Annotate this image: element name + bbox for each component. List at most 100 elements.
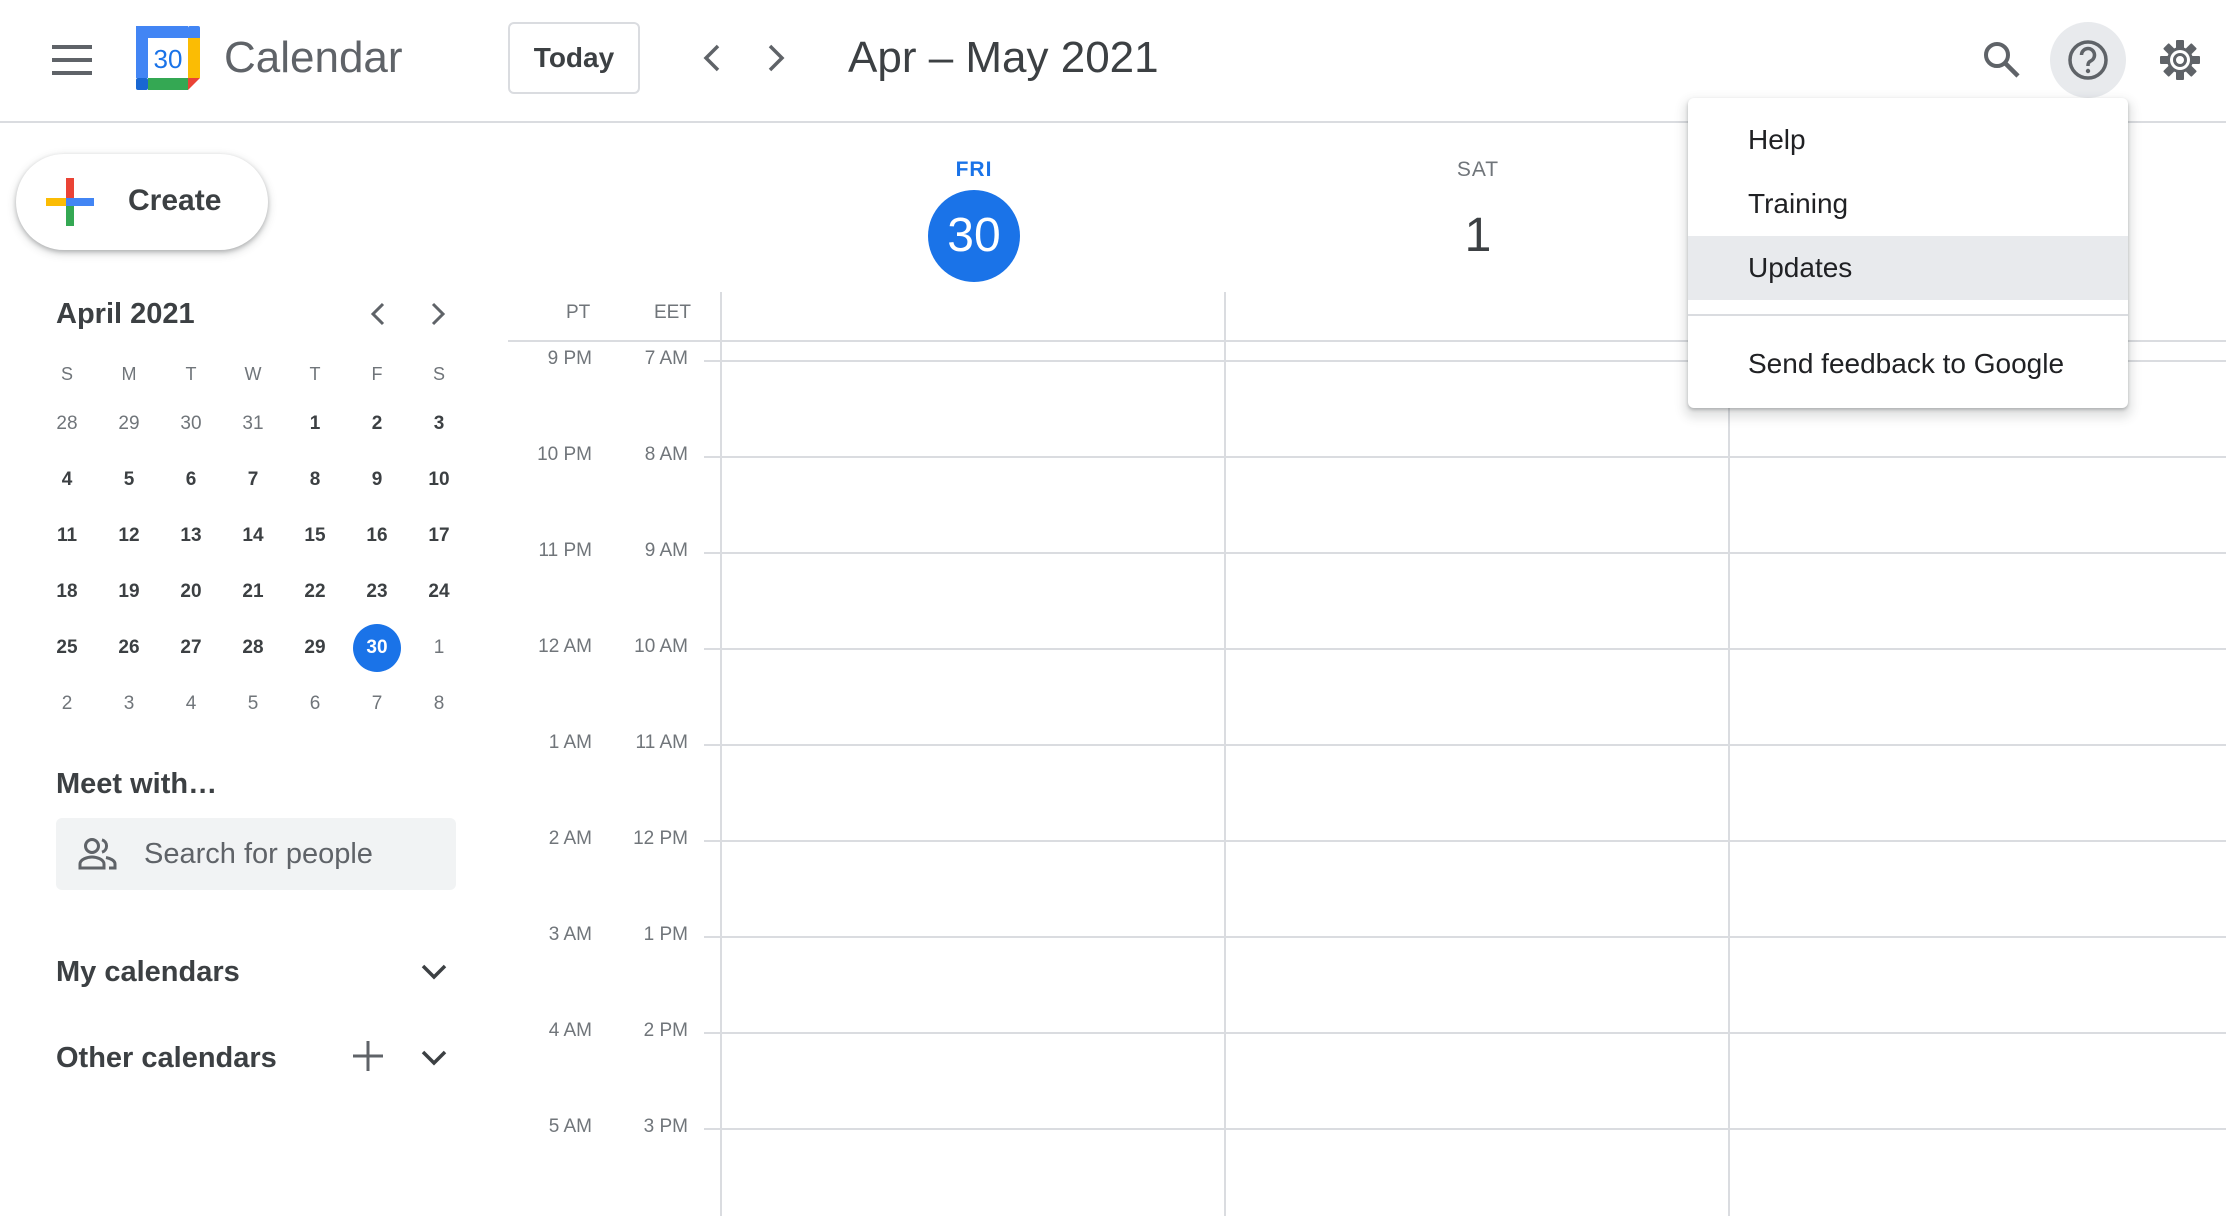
- mini-calendar-day[interactable]: 30: [346, 620, 408, 676]
- next-period-button[interactable]: [748, 30, 804, 86]
- other-calendars-expand-button[interactable]: [410, 1034, 458, 1082]
- time-label-pt: 4 AM: [548, 1020, 592, 1041]
- menu-item-updates[interactable]: Updates: [1688, 236, 2128, 300]
- column-divider: [1728, 292, 1730, 1216]
- time-label-pt: 2 AM: [548, 828, 592, 849]
- mini-calendar-day[interactable]: 20: [160, 564, 222, 620]
- mini-calendar-day[interactable]: 4: [160, 676, 222, 732]
- mini-calendar-day[interactable]: 17: [408, 508, 470, 564]
- weekday-header: T: [309, 363, 321, 384]
- plus-icon: [46, 178, 94, 226]
- mini-calendar-grid: S M T W T F S 28 29 30 31 1 2 3 4 5 6 7 8 9 10 11 12 13 14 15 16 17…: [36, 354, 468, 732]
- mini-calendar-day[interactable]: 11: [36, 508, 98, 564]
- chevron-down-icon: [421, 1050, 447, 1066]
- day-header-friday[interactable]: FRI 30: [722, 150, 1226, 282]
- hour-tick: [704, 648, 720, 650]
- today-button[interactable]: Today: [508, 22, 640, 94]
- mini-calendar-next-button[interactable]: [416, 292, 460, 336]
- mini-calendar-day[interactable]: 21: [222, 564, 284, 620]
- previous-period-button[interactable]: [684, 30, 740, 86]
- time-label-eet: 8 AM: [644, 444, 688, 465]
- mini-calendar-day[interactable]: 4: [36, 452, 98, 508]
- calendar-logo: 30: [136, 26, 200, 90]
- mini-calendar-day[interactable]: 7: [346, 676, 408, 732]
- mini-calendar-day[interactable]: 26: [98, 620, 160, 676]
- mini-calendar-day[interactable]: 13: [160, 508, 222, 564]
- mini-calendar-title: April 2021: [56, 298, 195, 330]
- hour-tick: [704, 840, 720, 842]
- menu-item-send-feedback[interactable]: Send feedback to Google: [1688, 332, 2128, 396]
- weekday-header: M: [121, 363, 137, 384]
- mini-calendar-day[interactable]: 8: [408, 676, 470, 732]
- settings-button[interactable]: [2142, 22, 2218, 98]
- mini-calendar-day[interactable]: 28: [36, 396, 98, 452]
- mini-calendar-day[interactable]: 18: [36, 564, 98, 620]
- chevron-left-icon: [703, 44, 720, 72]
- hour-tick: [704, 1128, 720, 1130]
- help-button[interactable]: [2050, 22, 2126, 98]
- calendar-app: 30 Calendar Today Apr – May 2021 Create …: [0, 0, 2226, 1216]
- menu-item-help[interactable]: Help: [1688, 108, 2128, 172]
- help-menu: Help Training Updates Send feedback to G…: [1688, 98, 2128, 408]
- mini-calendar-day[interactable]: 14: [222, 508, 284, 564]
- search-button[interactable]: [1964, 22, 2040, 98]
- create-button[interactable]: Create: [16, 154, 268, 250]
- mini-calendar-day[interactable]: 22: [284, 564, 346, 620]
- mini-calendar-day[interactable]: 31: [222, 396, 284, 452]
- day-number[interactable]: 1: [1226, 190, 1730, 282]
- mini-calendar-day[interactable]: 1: [408, 620, 470, 676]
- selected-day-badge: 30: [353, 624, 401, 672]
- mini-calendar-day[interactable]: 25: [36, 620, 98, 676]
- mini-calendar-day[interactable]: 29: [98, 396, 160, 452]
- logo-day-text: 30: [154, 44, 183, 74]
- mini-calendar-day[interactable]: 5: [98, 452, 160, 508]
- mini-calendar-day[interactable]: 3: [98, 676, 160, 732]
- menu-item-training[interactable]: Training: [1688, 172, 2128, 236]
- mini-calendar-day[interactable]: 5: [222, 676, 284, 732]
- time-label-eet: 11 AM: [635, 732, 688, 753]
- mini-calendar-previous-button[interactable]: [356, 292, 400, 336]
- people-search-box[interactable]: [56, 818, 456, 890]
- column-divider: [1224, 292, 1226, 1216]
- plus-icon: [353, 1041, 383, 1071]
- mini-calendar-day[interactable]: 19: [98, 564, 160, 620]
- mini-calendar-day[interactable]: 29: [284, 620, 346, 676]
- mini-calendar-day[interactable]: 16: [346, 508, 408, 564]
- mini-calendar-day[interactable]: 2: [36, 676, 98, 732]
- time-label-eet: 1 PM: [643, 924, 688, 945]
- help-circle-icon: [2068, 40, 2108, 80]
- mini-calendar-day[interactable]: 28: [222, 620, 284, 676]
- time-label-pt: 3 AM: [548, 924, 592, 945]
- mini-calendar-day[interactable]: 27: [160, 620, 222, 676]
- mini-calendar-day[interactable]: 7: [222, 452, 284, 508]
- day-number[interactable]: 30: [722, 190, 1226, 282]
- main-menu-button[interactable]: [40, 28, 104, 92]
- mini-calendar-day[interactable]: 10: [408, 452, 470, 508]
- other-calendars-title[interactable]: Other calendars: [56, 1038, 277, 1078]
- add-other-calendar-button[interactable]: [344, 1032, 392, 1080]
- mini-calendar-day[interactable]: 9: [346, 452, 408, 508]
- time-label-eet: 12 PM: [633, 828, 688, 849]
- time-label-pt: 1 AM: [548, 732, 592, 753]
- mini-calendar-day[interactable]: 30: [160, 396, 222, 452]
- chevron-right-icon: [431, 302, 446, 326]
- mini-calendar-day[interactable]: 8: [284, 452, 346, 508]
- mini-calendar-day[interactable]: 1: [284, 396, 346, 452]
- hour-tick: [704, 936, 720, 938]
- mini-calendar-day[interactable]: 3: [408, 396, 470, 452]
- chevron-left-icon: [370, 302, 385, 326]
- time-label-pt: 5 AM: [548, 1116, 592, 1137]
- my-calendars-expand-button[interactable]: [410, 948, 458, 996]
- search-for-people-input[interactable]: [144, 818, 444, 890]
- hour-tick: [704, 744, 720, 746]
- mini-calendar-day[interactable]: 15: [284, 508, 346, 564]
- mini-calendar-day[interactable]: 12: [98, 508, 160, 564]
- timezone-label-secondary: EET: [654, 302, 691, 323]
- mini-calendar-day[interactable]: 24: [408, 564, 470, 620]
- mini-calendar-day[interactable]: 23: [346, 564, 408, 620]
- mini-calendar-day[interactable]: 6: [160, 452, 222, 508]
- my-calendars-title[interactable]: My calendars: [56, 952, 240, 992]
- mini-calendar-day[interactable]: 6: [284, 676, 346, 732]
- mini-calendar-day[interactable]: 2: [346, 396, 408, 452]
- day-header-saturday[interactable]: SAT 1: [1226, 150, 1730, 282]
